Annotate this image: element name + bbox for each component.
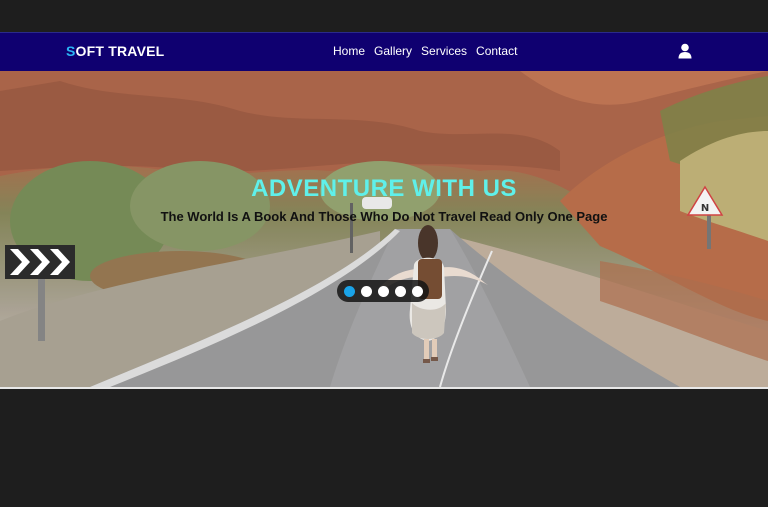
brand-first-letter: S (66, 43, 76, 59)
carousel-dot-5[interactable] (411, 285, 423, 297)
nav-home[interactable]: Home (333, 44, 365, 58)
user-icon[interactable] (678, 43, 692, 59)
nav-services[interactable]: Services (421, 44, 467, 58)
hero-background-image: N (0, 71, 768, 387)
hero-title: ADVENTURE WITH US (251, 175, 517, 202)
carousel-dot-1[interactable] (343, 285, 355, 297)
carousel-dot-2[interactable] (360, 285, 372, 297)
nav-links: Home Gallery Services Contact (333, 44, 517, 58)
hero-subtitle: The World Is A Book And Those Who Do Not… (160, 209, 608, 224)
navbar: SOFT TRAVEL Home Gallery Services Contac… (0, 32, 768, 71)
page-bottom-area (0, 389, 768, 507)
nav-gallery[interactable]: Gallery (374, 44, 412, 58)
brand-name: OFT TRAVEL (75, 43, 165, 59)
top-gap (0, 0, 768, 32)
hero-banner: N ADVENTURE WITH US The World Is A Book … (0, 71, 768, 387)
carousel-dot-4[interactable] (394, 285, 406, 297)
nav-contact[interactable]: Contact (476, 44, 517, 58)
carousel-dot-3[interactable] (377, 285, 389, 297)
brand-logo[interactable]: SOFT TRAVEL (66, 43, 164, 59)
carousel-indicators (337, 280, 429, 302)
